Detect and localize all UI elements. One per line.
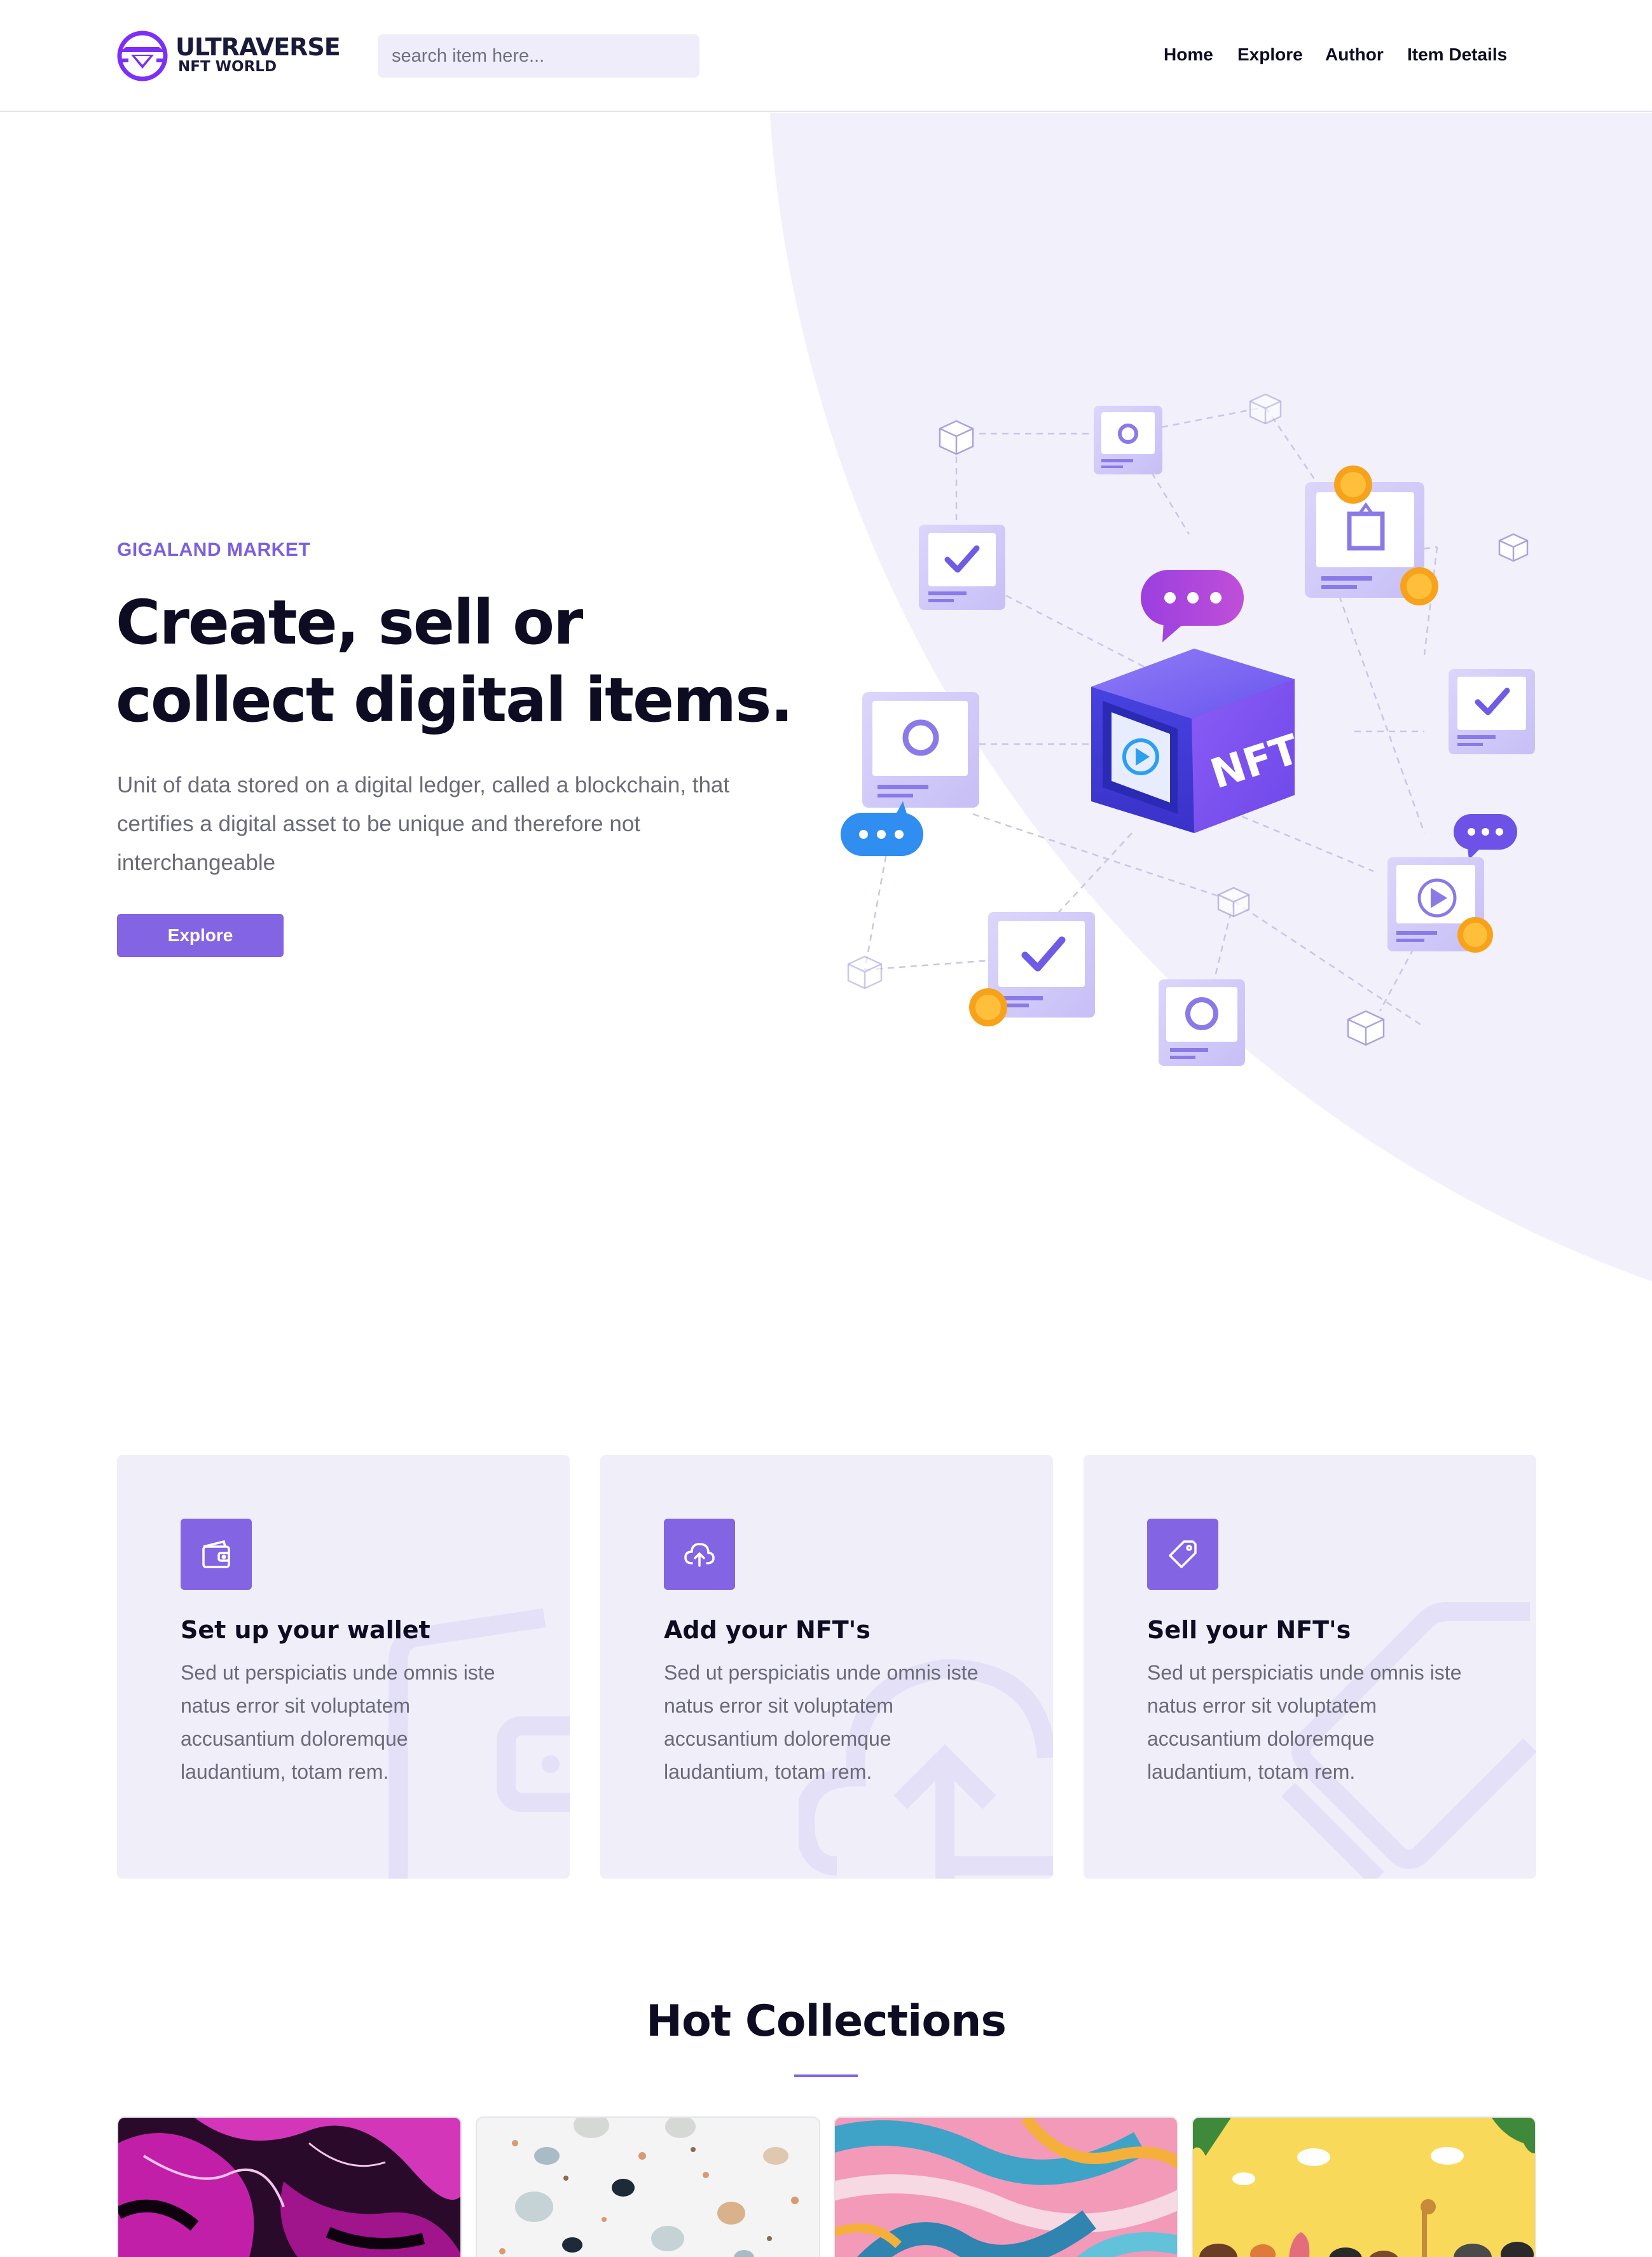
collection-card-terrazzo[interactable] xyxy=(476,2116,820,2257)
nft-card-small-top xyxy=(1094,406,1162,474)
nft-card-frame-top-right xyxy=(1305,466,1438,605)
nft-cube-icon: NFT xyxy=(1091,649,1305,833)
collection-card-brush-strokes[interactable] xyxy=(834,2116,1178,2257)
logo-diamond-icon xyxy=(117,31,168,81)
hot-collections-title: Hot Collections xyxy=(646,1996,1007,2046)
explore-button[interactable]: Explore xyxy=(117,914,284,957)
nft-card-circle-left xyxy=(862,692,979,808)
nft-card-play-right xyxy=(1387,857,1493,953)
collection-image xyxy=(477,2118,819,2257)
collection-card-animal-cartoon[interactable] xyxy=(1192,2116,1536,2257)
tag-icon xyxy=(1147,1519,1218,1590)
collection-image xyxy=(118,2118,460,2257)
nav-item-details[interactable]: Item Details xyxy=(1407,42,1507,67)
nft-card-circle-bottom xyxy=(1159,979,1245,1066)
feature-card-wallet: Set up your wallet Sed ut perspiciatis u… xyxy=(117,1455,570,1879)
cloud-upload-icon xyxy=(664,1519,735,1590)
nft-card-check-top-left xyxy=(919,525,1005,610)
feature-title: Add your NFT's xyxy=(664,1616,871,1644)
feature-text: Sed ut perspiciatis unde omnis iste natu… xyxy=(1147,1661,1462,1783)
nft-card-check-right xyxy=(1449,669,1535,754)
chat-bubble-purple-icon xyxy=(1141,570,1244,642)
search-input[interactable] xyxy=(378,34,699,78)
nav-author[interactable]: Author xyxy=(1325,42,1384,67)
chat-bubble-small-icon xyxy=(1454,814,1517,860)
hero-title: Create, sell or collect digital items. xyxy=(116,587,794,736)
feature-text: Sed ut perspiciatis unde omnis iste natu… xyxy=(181,1661,495,1783)
logo-subtitle: NFT WORLD xyxy=(178,59,277,75)
logo-title: ULTRAVERSE xyxy=(176,33,341,61)
feature-title: Set up your wallet xyxy=(181,1616,430,1644)
nav-explore[interactable]: Explore xyxy=(1237,42,1303,67)
logo[interactable]: ULTRAVERSE NFT WORLD xyxy=(117,31,341,81)
chat-bubble-blue-icon xyxy=(841,801,923,856)
feature-title: Sell your NFT's xyxy=(1147,1616,1351,1644)
hero-eyebrow: GIGALAND MARKET xyxy=(117,539,311,560)
collection-image xyxy=(1193,2118,1535,2257)
collection-card-pink-marble[interactable] xyxy=(117,2116,462,2257)
feature-card-sell-nft: Sell your NFT's Sed ut perspiciatis unde… xyxy=(1084,1455,1536,1879)
wallet-icon xyxy=(181,1519,252,1590)
hero-description: Unit of data stored on a digital ledger,… xyxy=(117,773,730,875)
site-header: ULTRAVERSE NFT WORLD Home Explore Author… xyxy=(0,0,1652,112)
nav-home[interactable]: Home xyxy=(1164,42,1213,67)
nft-card-check-bottom xyxy=(969,912,1095,1026)
section-underline xyxy=(794,2074,858,2077)
collection-image xyxy=(835,2118,1177,2257)
feature-card-add-nft: Add your NFT's Sed ut perspiciatis unde … xyxy=(600,1455,1053,1879)
nft-network-illustration: NFT xyxy=(841,393,1535,1066)
feature-text: Sed ut perspiciatis unde omnis iste natu… xyxy=(664,1661,979,1783)
